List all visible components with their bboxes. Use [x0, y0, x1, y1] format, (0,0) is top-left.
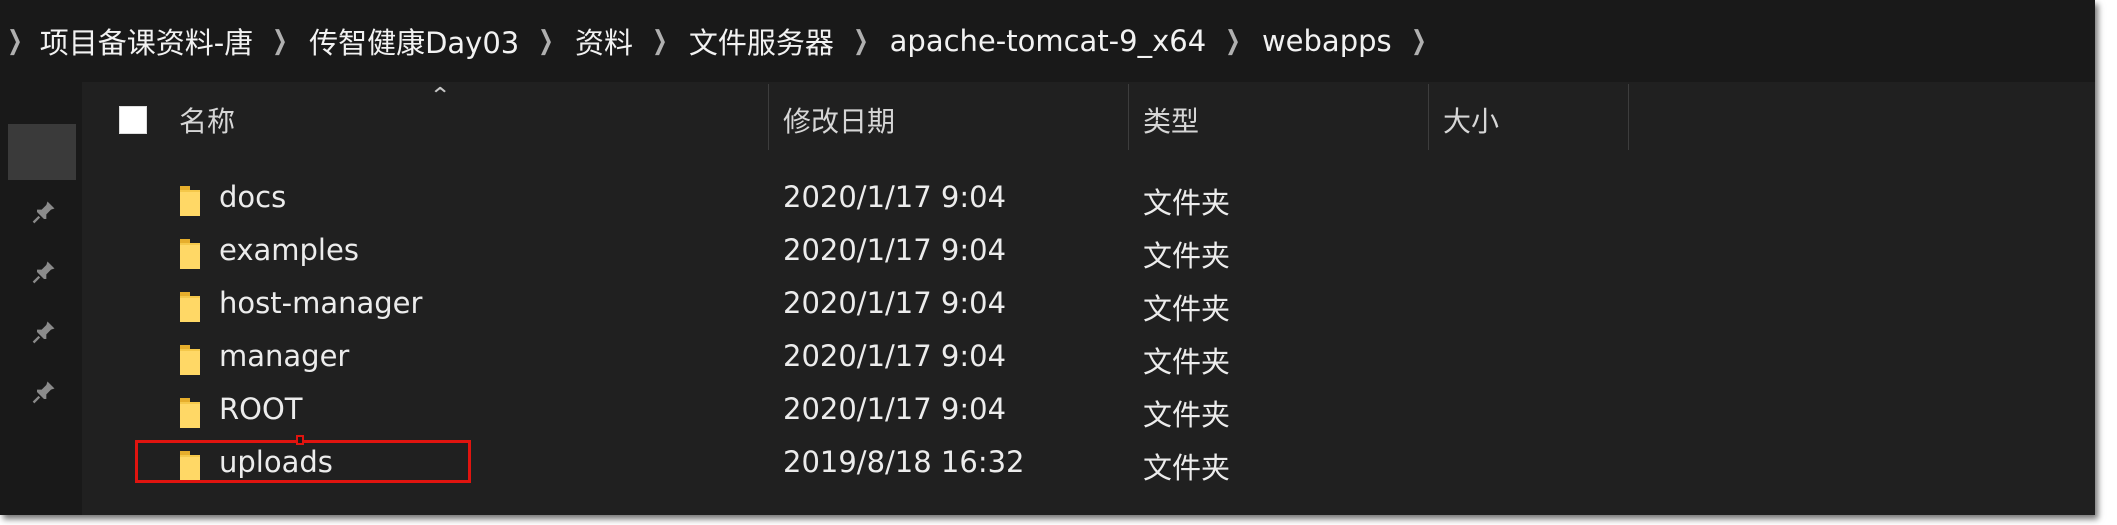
- folder-icon: [176, 237, 204, 271]
- select-all-checkbox[interactable]: [119, 106, 147, 134]
- pin-icon[interactable]: [30, 318, 58, 346]
- file-name: docs: [219, 180, 287, 214]
- navigation-pane: [0, 82, 82, 515]
- table-row[interactable]: ROOT 2020/1/17 9:04 文件夹: [82, 384, 2095, 437]
- column-modified[interactable]: 修改日期: [783, 100, 895, 140]
- column-divider[interactable]: [768, 84, 769, 150]
- pin-icon[interactable]: [30, 378, 58, 406]
- column-divider[interactable]: [1428, 84, 1429, 150]
- table-row[interactable]: examples 2020/1/17 9:04 文件夹: [82, 225, 2095, 278]
- file-modified: 2020/1/17 9:04: [783, 233, 1007, 267]
- file-name: ROOT: [219, 392, 303, 426]
- breadcrumb-item-4[interactable]: 文件服务器: [689, 20, 834, 62]
- annotation-handle: [296, 435, 304, 445]
- breadcrumb: ❯ 项目备课资料-唐 ❯ 传智健康Day03 ❯ 资料 ❯ 文件服务器 ❯ ap…: [0, 0, 2095, 82]
- chevron-right-icon[interactable]: ❯: [273, 26, 288, 56]
- breadcrumb-item-3[interactable]: 资料: [575, 20, 633, 62]
- folder-icon: [176, 343, 204, 377]
- chevron-right-icon[interactable]: ❯: [539, 26, 554, 56]
- highlight-annotation: [135, 440, 471, 483]
- file-type: 文件夹: [1143, 398, 1231, 432]
- explorer-window: ❯ 项目备课资料-唐 ❯ 传智健康Day03 ❯ 资料 ❯ 文件服务器 ❯ ap…: [0, 0, 2095, 515]
- breadcrumb-item-1[interactable]: 项目备课资料-唐: [40, 20, 253, 62]
- pin-icon[interactable]: [30, 198, 58, 226]
- pin-icon[interactable]: [30, 258, 58, 286]
- chevron-right-icon[interactable]: ❯: [853, 26, 868, 56]
- file-modified: 2020/1/17 9:04: [783, 392, 1007, 426]
- breadcrumb-item-2[interactable]: 传智健康Day03: [309, 20, 519, 62]
- table-row[interactable]: manager 2020/1/17 9:04 文件夹: [82, 331, 2095, 384]
- breadcrumb-item-5[interactable]: apache-tomcat-9_x64: [890, 24, 1207, 58]
- folder-icon: [176, 290, 204, 324]
- column-size[interactable]: 大小: [1443, 100, 1499, 140]
- chevron-right-icon[interactable]: ❯: [7, 26, 22, 56]
- column-name[interactable]: 名称: [179, 100, 235, 140]
- chevron-right-icon[interactable]: ❯: [1225, 26, 1240, 56]
- folder-icon: [176, 396, 204, 430]
- chevron-right-icon[interactable]: ❯: [652, 26, 667, 56]
- breadcrumb-item-6[interactable]: webapps: [1262, 24, 1392, 58]
- file-type: 文件夹: [1143, 239, 1231, 273]
- file-name: manager: [219, 339, 350, 373]
- table-row[interactable]: docs 2020/1/17 9:04 文件夹: [82, 172, 2095, 225]
- chevron-right-icon[interactable]: ❯: [1411, 26, 1426, 56]
- column-header: ⌃ 名称 修改日期 类型 大小: [82, 82, 2095, 152]
- file-modified: 2019/8/18 16:32: [783, 445, 1025, 479]
- file-modified: 2020/1/17 9:04: [783, 180, 1007, 214]
- file-type: 文件夹: [1143, 451, 1231, 485]
- file-name: examples: [219, 233, 359, 267]
- file-type: 文件夹: [1143, 186, 1231, 220]
- nav-item-selected[interactable]: [8, 124, 76, 180]
- file-type: 文件夹: [1143, 292, 1231, 326]
- column-divider[interactable]: [1128, 84, 1129, 150]
- file-modified: 2020/1/17 9:04: [783, 286, 1007, 320]
- file-modified: 2020/1/17 9:04: [783, 339, 1007, 373]
- column-divider[interactable]: [1628, 84, 1629, 150]
- file-type: 文件夹: [1143, 345, 1231, 379]
- table-row[interactable]: host-manager 2020/1/17 9:04 文件夹: [82, 278, 2095, 331]
- folder-icon: [176, 184, 204, 218]
- sort-ascending-icon: ⌃: [429, 84, 452, 109]
- column-type[interactable]: 类型: [1143, 100, 1199, 140]
- file-name: host-manager: [219, 286, 423, 320]
